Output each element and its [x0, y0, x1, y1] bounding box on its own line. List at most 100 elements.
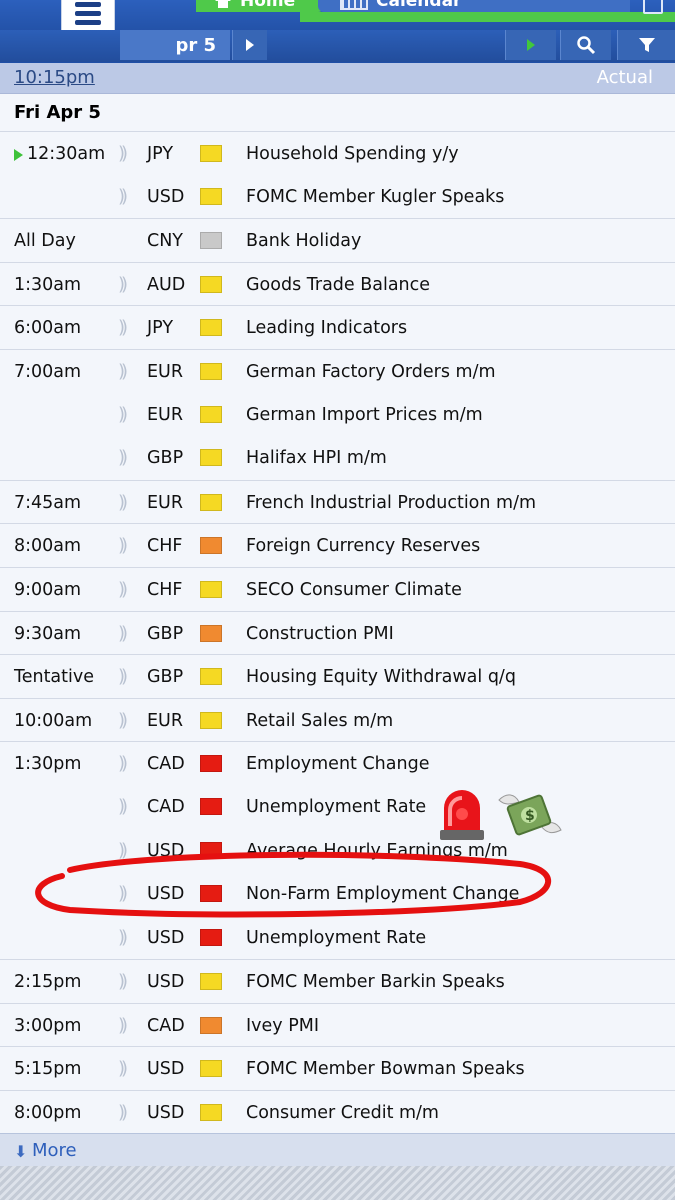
- event-title[interactable]: Unemployment Rate: [246, 797, 426, 817]
- event-title[interactable]: Average Hourly Earnings m/m: [246, 841, 508, 861]
- sound-icon[interactable]: )): [118, 579, 128, 600]
- sound-icon[interactable]: )): [118, 447, 128, 468]
- search-button[interactable]: [560, 30, 611, 60]
- event-title[interactable]: FOMC Member Barkin Speaks: [246, 972, 505, 992]
- more-button[interactable]: ⬇ More: [0, 1133, 675, 1166]
- impact-folder-icon: [200, 1016, 222, 1034]
- event-row[interactable]: )) USD Average Hourly Earnings m/m: [0, 829, 675, 873]
- sound-icon[interactable]: )): [118, 361, 128, 382]
- event-title[interactable]: Construction PMI: [246, 624, 394, 644]
- sound-icon[interactable]: )): [118, 143, 128, 164]
- arrow-right-icon: [246, 39, 254, 51]
- event-title[interactable]: Housing Equity Withdrawal q/q: [246, 667, 516, 687]
- filter-button[interactable]: [617, 30, 675, 60]
- impact-folder-icon: [200, 668, 222, 686]
- event-time: 12:30am: [27, 144, 106, 164]
- event-time: 1:30am: [14, 274, 82, 295]
- event-currency: EUR: [147, 361, 184, 382]
- event-row[interactable]: )) USD Non-Farm Employment Change: [0, 872, 675, 916]
- event-row[interactable]: )) GBP Halifax HPI m/m: [0, 436, 675, 480]
- event-title[interactable]: Leading Indicators: [246, 318, 407, 338]
- impact-folder-icon: [200, 797, 222, 815]
- event-row[interactable]: Tentative)) GBP Housing Equity Withdrawal …: [0, 654, 675, 698]
- sound-icon[interactable]: )): [118, 710, 128, 731]
- event-row[interactable]: 7:45am)) EUR French Industrial Production …: [0, 479, 675, 524]
- event-title[interactable]: French Industrial Production m/m: [246, 493, 536, 513]
- event-title[interactable]: German Import Prices m/m: [246, 405, 483, 425]
- event-title[interactable]: Goods Trade Balance: [246, 275, 430, 295]
- event-currency: USD: [147, 927, 185, 948]
- event-row[interactable]: 8:00am)) CHF Foreign Currency Reserves: [0, 523, 675, 567]
- sound-icon[interactable]: )): [118, 186, 128, 207]
- next-day-button[interactable]: [232, 30, 267, 60]
- event-row[interactable]: 9:30am)) GBP Construction PMI: [0, 610, 675, 655]
- sound-icon[interactable]: )): [118, 1015, 128, 1036]
- event-currency: USD: [147, 884, 185, 905]
- event-currency: GBP: [147, 448, 184, 469]
- sound-icon[interactable]: )): [118, 971, 128, 992]
- event-row[interactable]: 6:00am)) JPY Leading Indicators: [0, 305, 675, 349]
- event-row[interactable]: 3:00pm)) CAD Ivey PMI: [0, 1002, 675, 1047]
- event-currency: CAD: [147, 754, 185, 775]
- sound-icon[interactable]: )): [118, 535, 128, 556]
- event-row[interactable]: 9:00am)) CHF SECO Consumer Climate: [0, 566, 675, 611]
- sound-icon[interactable]: )): [118, 404, 128, 425]
- event-title[interactable]: Non-Farm Employment Change: [246, 884, 519, 904]
- event-row[interactable]: 7:00am)) EUR German Factory Orders m/m: [0, 348, 675, 393]
- impact-folder-icon: [200, 449, 222, 467]
- sound-icon[interactable]: )): [118, 274, 128, 295]
- event-title[interactable]: Household Spending y/y: [246, 144, 459, 164]
- sound-icon[interactable]: )): [118, 623, 128, 644]
- event-row[interactable]: 1:30am)) AUD Goods Trade Balance: [0, 261, 675, 306]
- event-row[interactable]: 5:15pm)) USD FOMC Member Bowman Speaks: [0, 1046, 675, 1090]
- event-currency: EUR: [147, 492, 184, 513]
- event-row[interactable]: 12:30am)) JPY Household Spending y/y: [0, 131, 675, 175]
- event-title[interactable]: Consumer Credit m/m: [246, 1103, 439, 1123]
- event-row[interactable]: )) EUR German Import Prices m/m: [0, 393, 675, 437]
- sound-icon[interactable]: )): [118, 666, 128, 687]
- event-currency: USD: [147, 840, 185, 861]
- event-title[interactable]: Foreign Currency Reserves: [246, 536, 480, 556]
- event-title[interactable]: FOMC Member Kugler Speaks: [246, 187, 504, 207]
- event-title[interactable]: Halifax HPI m/m: [246, 448, 387, 468]
- sound-icon[interactable]: )): [118, 840, 128, 861]
- tab-calendar[interactable]: Calendar: [318, 0, 630, 12]
- event-title[interactable]: Employment Change: [246, 754, 429, 774]
- event-row[interactable]: All Day CNY Bank Holiday: [0, 218, 675, 262]
- sound-icon[interactable]: )): [118, 492, 128, 513]
- column-header: 10:15pm Actual: [0, 63, 675, 94]
- event-title[interactable]: Unemployment Rate: [246, 928, 426, 948]
- event-currency: AUD: [147, 274, 186, 295]
- event-row[interactable]: 10:00am)) EUR Retail Sales m/m: [0, 697, 675, 742]
- sound-icon[interactable]: )): [118, 927, 128, 948]
- event-title[interactable]: Retail Sales m/m: [246, 711, 393, 731]
- impact-folder-icon: [200, 319, 222, 337]
- event-title[interactable]: FOMC Member Bowman Speaks: [246, 1059, 525, 1079]
- sound-icon[interactable]: )): [118, 317, 128, 338]
- date-selector[interactable]: pr 5: [120, 30, 230, 60]
- jump-to-now-button[interactable]: [505, 30, 556, 60]
- event-row[interactable]: 1:30pm)) CAD Employment Change: [0, 741, 675, 785]
- event-row[interactable]: 8:00pm)) USD Consumer Credit m/m: [0, 1090, 675, 1134]
- event-title[interactable]: German Factory Orders m/m: [246, 362, 496, 382]
- event-title[interactable]: Ivey PMI: [246, 1016, 319, 1036]
- event-title[interactable]: SECO Consumer Climate: [246, 580, 462, 600]
- event-title[interactable]: Bank Holiday: [246, 231, 361, 251]
- event-row[interactable]: )) USD Unemployment Rate: [0, 916, 675, 960]
- sound-icon[interactable]: )): [118, 1058, 128, 1079]
- menu-button[interactable]: [61, 0, 115, 34]
- sound-icon[interactable]: )): [118, 883, 128, 904]
- export-icon[interactable]: [643, 0, 663, 14]
- event-time: 6:00am: [14, 318, 82, 339]
- event-row[interactable]: )) USD FOMC Member Kugler Speaks: [0, 175, 675, 219]
- impact-folder-icon: [200, 1104, 222, 1122]
- current-time-link[interactable]: 10:15pm: [14, 67, 95, 88]
- tab-home-label: Home: [240, 0, 296, 11]
- sound-icon[interactable]: )): [118, 1102, 128, 1123]
- event-row[interactable]: )) CAD Unemployment Rate: [0, 785, 675, 829]
- sound-icon[interactable]: )): [118, 796, 128, 817]
- event-row[interactable]: 2:15pm)) USD FOMC Member Barkin Speaks: [0, 959, 675, 1003]
- tab-home[interactable]: Home: [196, 0, 324, 12]
- sound-icon[interactable]: )): [118, 753, 128, 774]
- event-time: 7:00am: [14, 361, 82, 382]
